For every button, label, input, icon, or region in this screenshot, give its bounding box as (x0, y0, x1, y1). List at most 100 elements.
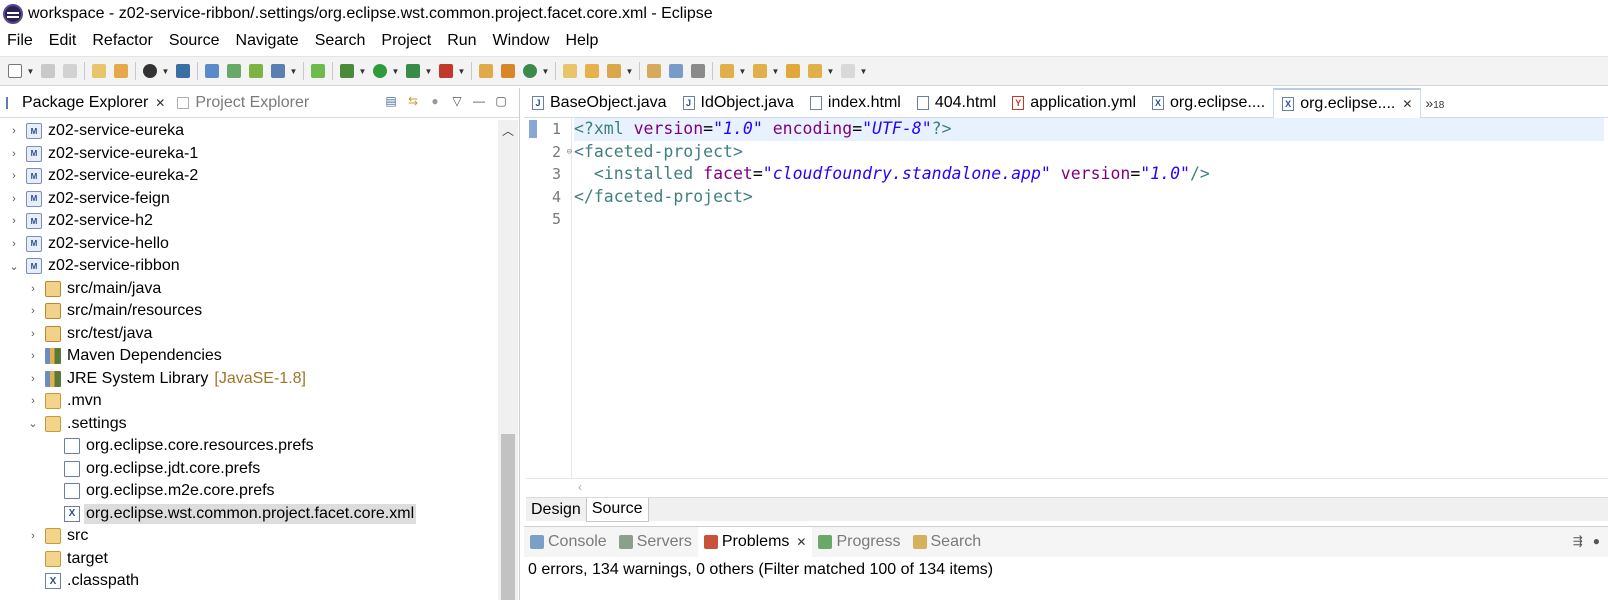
tab-search[interactable]: Search (907, 527, 988, 557)
show-whitespace-icon[interactable] (688, 61, 708, 81)
checklist-icon[interactable] (268, 61, 288, 81)
profile-dropdown-icon[interactable]: ▼ (161, 61, 170, 81)
scroll-up-icon[interactable]: ︿ (498, 120, 518, 140)
new-icon[interactable] (5, 61, 25, 81)
coverage-dropdown-icon[interactable]: ▼ (424, 61, 433, 81)
tree-item[interactable]: ⌄ Mz02-service-ribbon (0, 255, 498, 278)
tree-scrollbar[interactable]: ︿ (498, 120, 518, 600)
new-java-project-icon[interactable] (476, 61, 496, 81)
chevron-right-icon[interactable]: › (27, 283, 39, 295)
task-list-icon[interactable] (246, 61, 266, 81)
tab-console[interactable]: Console (524, 527, 613, 557)
editor-tab[interactable]: J BaseObject.java (524, 88, 675, 118)
terminal-icon[interactable] (173, 61, 193, 81)
editor-tab[interactable]: index.html (802, 88, 909, 118)
editor-tab[interactable]: 404.html (909, 88, 1004, 118)
menu-window[interactable]: Window (485, 32, 558, 50)
menu-search[interactable]: Search (307, 32, 374, 50)
code-line[interactable]: </faceted-project> (574, 186, 1604, 209)
pen-icon[interactable] (604, 61, 624, 81)
tab-package-explorer[interactable]: Package Explorer ✕ (0, 88, 171, 118)
chevron-right-icon[interactable]: › (8, 148, 20, 160)
editor-tab[interactable]: Xorg.eclipse.... (1144, 88, 1273, 118)
code-line[interactable]: <installed facet="cloudfoundry.standalon… (574, 163, 1604, 186)
chevron-right-icon[interactable]: › (8, 170, 20, 182)
forward-icon[interactable] (838, 61, 858, 81)
open-project-icon[interactable] (582, 61, 602, 81)
open-task-icon[interactable] (111, 61, 131, 81)
tab-project-explorer[interactable]: Project Explorer (171, 88, 315, 118)
tree-item[interactable]: › Mz02-service-eureka-2 (0, 165, 498, 188)
prev-annotation-icon[interactable] (750, 61, 770, 81)
toggle-block-icon[interactable] (666, 61, 686, 81)
tree-item[interactable]: › src/main/resources (0, 300, 498, 323)
run-dropdown-icon[interactable]: ▼ (391, 61, 400, 81)
menu-run[interactable]: Run (439, 32, 484, 50)
spring-icon[interactable] (308, 61, 328, 81)
menu-help[interactable]: Help (557, 32, 606, 50)
close-icon[interactable]: ✕ (155, 96, 165, 110)
tab-servers[interactable]: Servers (613, 527, 698, 557)
external-tools-icon[interactable] (436, 61, 456, 81)
tree-item[interactable]: Xorg.eclipse.wst.common.project.facet.co… (0, 503, 498, 526)
editor-tab[interactable]: J IdObject.java (675, 88, 802, 118)
chevron-right-icon[interactable]: › (27, 305, 39, 317)
tree-item[interactable]: org.eclipse.m2e.core.prefs (0, 480, 498, 503)
filter-icon[interactable]: ⇶ (1573, 534, 1583, 548)
external-tools-dropdown-icon[interactable]: ▼ (457, 61, 466, 81)
link-with-editor-icon[interactable]: ⇆ (405, 93, 421, 109)
chevron-right-icon[interactable]: › (27, 350, 39, 362)
close-icon[interactable]: ✕ (1402, 97, 1412, 111)
tree-item[interactable]: X .classpath (0, 570, 498, 593)
pen-dropdown-icon[interactable]: ▼ (625, 61, 634, 81)
tree-item[interactable]: org.eclipse.core.resources.prefs (0, 435, 498, 458)
focus-icon[interactable]: ● (1593, 534, 1600, 548)
save-all-icon[interactable] (60, 61, 80, 81)
tab-problems[interactable]: Problems ✕ (697, 527, 813, 557)
chevron-right-icon[interactable]: › (8, 238, 20, 250)
chevron-right-icon[interactable]: › (8, 193, 20, 205)
tab-design[interactable]: Design (526, 498, 586, 522)
tree-item[interactable]: › .mvn (0, 390, 498, 413)
menu-project[interactable]: Project (373, 32, 439, 50)
last-edit-icon[interactable] (783, 61, 803, 81)
editor-tab[interactable]: Xorg.eclipse.... ✕ (1273, 87, 1422, 118)
run-icon[interactable] (370, 61, 390, 81)
chevron-right-icon[interactable]: › (27, 328, 39, 340)
minimize-icon[interactable]: — (471, 93, 487, 109)
coverage-icon[interactable] (403, 61, 423, 81)
focus-task-icon[interactable]: ● (427, 93, 443, 109)
tree-item[interactable]: › JRE System Library [JavaSE-1.8] (0, 368, 498, 391)
next-annotation-dropdown-icon[interactable]: ▼ (738, 61, 747, 81)
menu-edit[interactable]: Edit (41, 32, 85, 50)
maximize-icon[interactable]: ▢ (493, 93, 509, 109)
more-tabs-button[interactable]: »18 (1425, 95, 1444, 111)
tree-item[interactable]: › Mz02-service-feign (0, 188, 498, 211)
new-class-icon[interactable] (520, 61, 540, 81)
toggle-mark-icon[interactable] (644, 61, 664, 81)
code-line[interactable]: <faceted-project> (574, 141, 1604, 164)
tree-item[interactable]: › Mz02-service-hello (0, 233, 498, 256)
back-icon[interactable] (805, 61, 825, 81)
next-annotation-icon[interactable] (717, 61, 737, 81)
tree-item[interactable]: › Maven Dependencies (0, 345, 498, 368)
chevron-right-icon[interactable]: › (27, 395, 39, 407)
chevron-right-icon[interactable]: › (8, 125, 20, 137)
new-package-icon[interactable] (498, 61, 518, 81)
tab-source[interactable]: Source (585, 497, 649, 522)
chevron-right-icon[interactable]: › (27, 373, 39, 385)
tree-item[interactable]: › src/test/java (0, 323, 498, 346)
build-icon[interactable] (224, 61, 244, 81)
chevron-down-icon[interactable]: ⌄ (8, 260, 20, 273)
collapse-all-icon[interactable]: ▤ (383, 93, 399, 109)
menu-source[interactable]: Source (161, 32, 228, 50)
menu-file[interactable]: File (0, 32, 41, 50)
code-area[interactable]: <?xml version="1.0" encoding="UTF-8"?> <f… (574, 118, 1604, 231)
checklist-dropdown-icon[interactable]: ▼ (289, 61, 298, 81)
tree-item[interactable]: target (0, 548, 498, 571)
editor-horizontal-scrollbar[interactable]: ‹ (526, 478, 1608, 496)
tab-progress[interactable]: Progress (812, 527, 906, 557)
profile-icon[interactable] (140, 61, 160, 81)
save-icon[interactable] (38, 61, 58, 81)
scroll-left-icon[interactable]: ‹ (578, 480, 582, 494)
